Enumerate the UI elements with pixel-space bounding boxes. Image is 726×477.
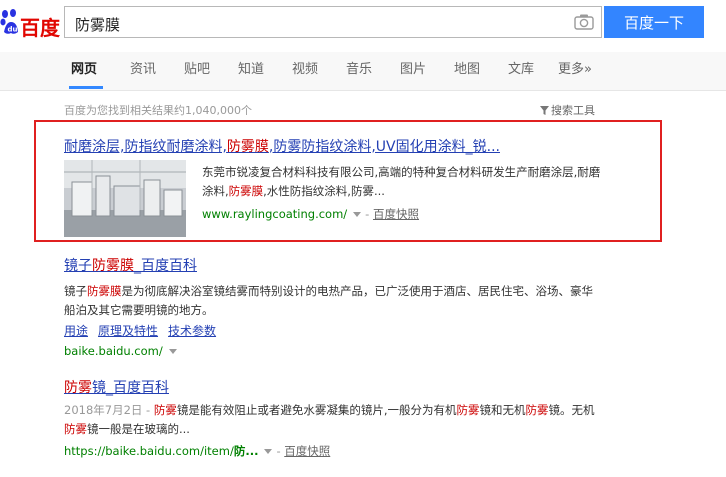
result-url[interactable]: www.raylingcoating.com/- 百度快照 bbox=[202, 206, 419, 222]
search-box bbox=[64, 6, 602, 38]
tab-music[interactable]: 音乐 bbox=[346, 52, 372, 88]
result-title[interactable]: 防雾镜_百度百科 bbox=[64, 377, 169, 397]
search-button[interactable]: 百度一下 bbox=[604, 6, 704, 38]
result-count: 百度为您找到相关结果约1,040,000个 bbox=[64, 104, 252, 117]
sublink-params[interactable]: 技术参数 bbox=[168, 324, 216, 338]
search-tools-button[interactable]: 搜索工具 bbox=[540, 102, 595, 118]
search-input[interactable] bbox=[73, 13, 557, 35]
result-title[interactable]: 耐磨涂层,防指纹耐磨涂料,防雾膜,防雾防指纹涂料,UV固化用涂料_锐... bbox=[64, 136, 500, 156]
active-tab-indicator bbox=[69, 86, 103, 89]
paw-logo-icon: du bbox=[0, 9, 18, 34]
tab-tieba[interactable]: 贴吧 bbox=[184, 52, 210, 88]
search-tools-label: 搜索工具 bbox=[551, 104, 595, 117]
baidu-logo[interactable]: du 百度 bbox=[0, 6, 60, 40]
tab-wenku[interactable]: 文库 bbox=[508, 52, 534, 88]
tab-news[interactable]: 资讯 bbox=[130, 52, 156, 88]
caret-down-icon[interactable] bbox=[168, 348, 177, 354]
result-snippet: 镜子防雾膜是为彻底解决浴室镜结雾而特别设计的电热产品，已广泛使用于酒店、居民住宅… bbox=[64, 284, 593, 317]
search-tabs: 网页 资讯 贴吧 知道 视频 音乐 图片 地图 文库 更多» bbox=[0, 52, 726, 91]
camera-icon[interactable] bbox=[574, 13, 594, 31]
tab-web[interactable]: 网页 bbox=[71, 52, 97, 88]
tab-zhidao[interactable]: 知道 bbox=[238, 52, 264, 88]
tab-images[interactable]: 图片 bbox=[400, 52, 426, 88]
cache-link[interactable]: 百度快照 bbox=[373, 207, 419, 221]
result-url[interactable]: baike.baidu.com/ bbox=[64, 344, 181, 358]
logo-text: 百度 bbox=[20, 16, 60, 40]
result-date: 2018年7月2日 - bbox=[64, 403, 154, 417]
result-url[interactable]: https://baike.baidu.com/item/防... - 百度快照 bbox=[64, 443, 330, 459]
sublink-usage[interactable]: 用途 bbox=[64, 324, 88, 338]
cache-link[interactable]: 百度快照 bbox=[284, 444, 330, 458]
funnel-icon bbox=[540, 106, 549, 115]
result-title[interactable]: 镜子防雾膜_百度百科 bbox=[64, 255, 197, 275]
result-sublinks: 用途 原理及特性 技术参数 bbox=[64, 322, 226, 339]
factory-image-icon bbox=[64, 160, 186, 237]
result-snippet: 2018年7月2日 - 防雾镜是能有效阻止或者避免水雾凝集的镜片,一般分为有机防… bbox=[64, 403, 595, 436]
tab-more[interactable]: 更多» bbox=[558, 52, 592, 88]
tab-map[interactable]: 地图 bbox=[454, 52, 480, 88]
sublink-principle[interactable]: 原理及特性 bbox=[98, 324, 158, 338]
caret-down-icon[interactable] bbox=[353, 211, 362, 217]
result-thumbnail[interactable] bbox=[64, 160, 186, 237]
result-snippet: 东莞市锐凌复合材料科技有限公司,高端的特种复合材料研发生产耐磨涂层,耐磨涂料,防… bbox=[202, 165, 601, 198]
keyword-highlight: 防雾膜 bbox=[226, 139, 269, 155]
tab-video[interactable]: 视频 bbox=[292, 52, 318, 88]
caret-down-icon[interactable] bbox=[264, 448, 273, 454]
svg-text:du: du bbox=[8, 26, 18, 34]
